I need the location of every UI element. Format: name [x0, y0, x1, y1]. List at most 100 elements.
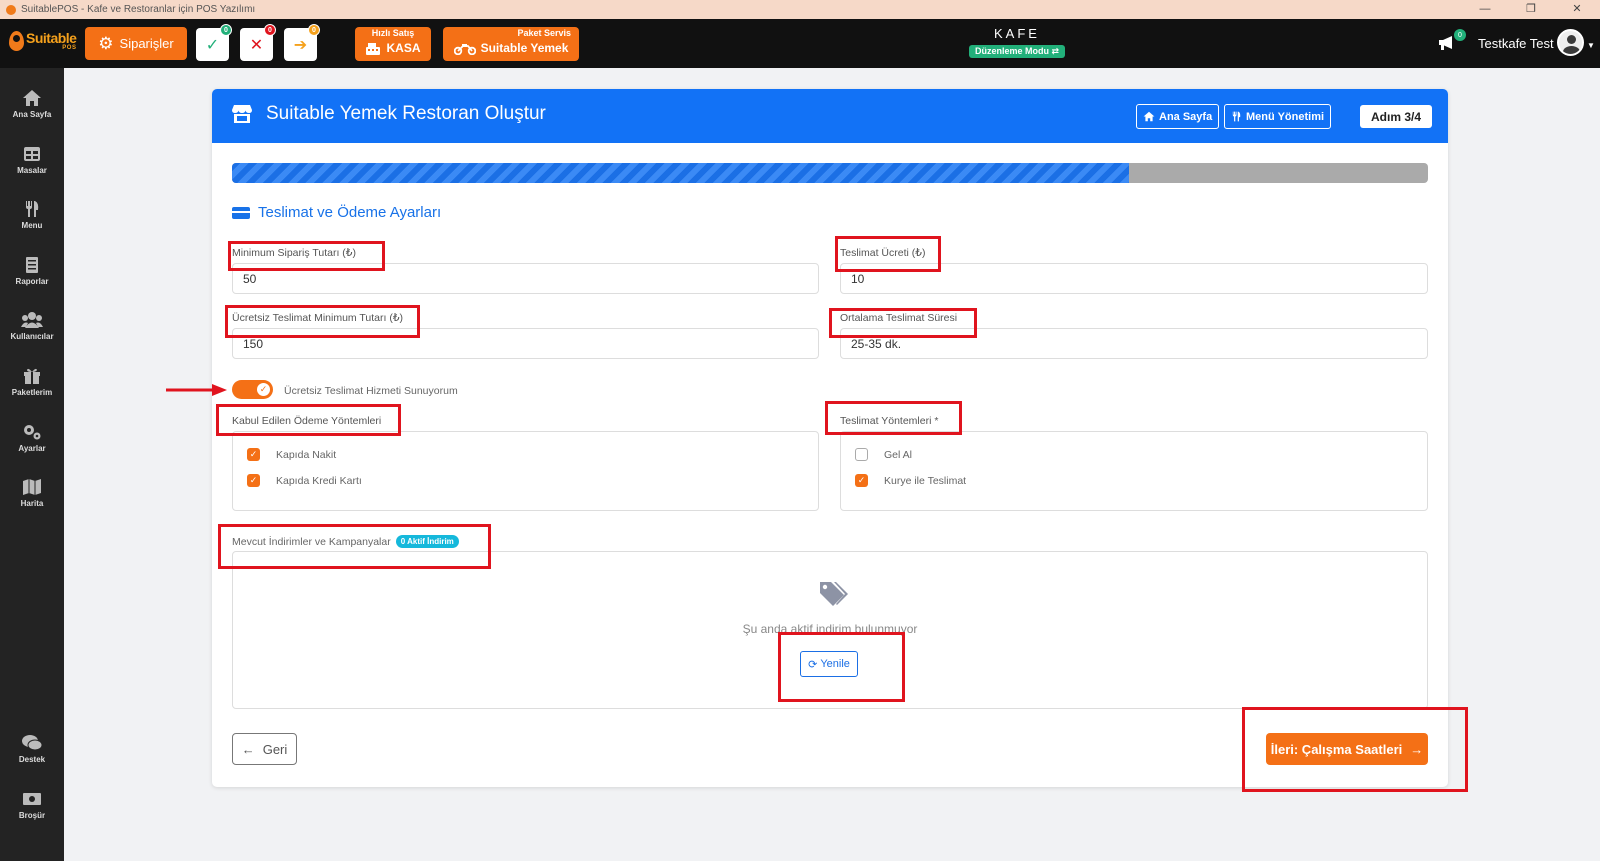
card-header: Suitable Yemek Restoran Oluştur Ana Sayf… [212, 89, 1448, 143]
sidebar-item-menu[interactable]: Menu [0, 199, 64, 230]
chat-icon [22, 735, 43, 751]
checkbox-unchecked[interactable] [855, 448, 868, 461]
sidebar-item-reports[interactable]: Raporlar [0, 255, 64, 286]
orders-button[interactable]: ⚙ Siparişler [85, 27, 187, 60]
sidebar: Ana Sayfa Masalar Menu Raporlar Kullanıc… [0, 68, 64, 861]
checkbox-checked[interactable]: ✓ [855, 474, 868, 487]
checkbox-checked[interactable]: ✓ [247, 474, 260, 487]
refresh-button[interactable]: ⟳ Yenile [800, 651, 858, 677]
rejected-orders-button[interactable]: ✕ 0 [240, 24, 276, 61]
discounts-panel: Şu anda aktif indirim bulunmuyor ⟳ Yenil… [232, 551, 1428, 709]
delivery-service-button[interactable]: Paket Servis Suitable Yemek [443, 27, 579, 61]
delivery-label: Suitable Yemek [480, 41, 569, 55]
delivery-methods-label: Teslimat Yöntemleri * [840, 415, 939, 427]
free-delivery-min-input[interactable] [232, 328, 819, 359]
free-delivery-toggle-label: Ücretsiz Teslimat Hizmeti Sunuyorum [284, 385, 458, 397]
tags-icon [820, 582, 848, 606]
sidebar-item-label: Paketlerim [11, 388, 53, 397]
suitable-logo[interactable]: Suitable POS [9, 31, 77, 51]
next-working-hours-button[interactable]: İleri: Çalışma Saatleri → [1266, 733, 1428, 765]
minimize-button[interactable]: — [1462, 0, 1508, 19]
arrow-left-icon: ← [241, 741, 255, 757]
fork-knife-icon [26, 201, 39, 217]
brochure-icon [23, 793, 41, 805]
forwarded-count-badge: 0 [308, 24, 320, 36]
sidebar-item-tables[interactable]: Masalar [0, 144, 64, 175]
motorcycle-icon [453, 43, 476, 55]
gears-icon: ⚙ [98, 34, 114, 53]
home-icon [1143, 111, 1155, 122]
x-icon: ✕ [249, 36, 264, 54]
payment-option-label: Kapıda Nakit [276, 448, 337, 461]
forwarded-orders-button[interactable]: ➔ 0 [284, 24, 320, 61]
back-label: Geri [262, 741, 288, 757]
active-discount-badge: 0 Aktif İndirim [395, 535, 459, 548]
delivery-fee-input[interactable] [840, 263, 1428, 294]
store-icon [232, 105, 252, 123]
users-icon [21, 312, 43, 328]
restore-button[interactable]: ❐ [1508, 0, 1554, 19]
sidebar-item-settings[interactable]: Ayarlar [0, 422, 64, 453]
free-delivery-toggle[interactable]: ✓ [232, 380, 273, 399]
sidebar-item-home[interactable]: Ana Sayfa [0, 88, 64, 119]
min-order-input[interactable] [232, 263, 819, 294]
step-indicator: Adım 3/4 [1360, 105, 1432, 128]
discounts-label: Mevcut İndirimler ve Kampanyalar 0 Aktif… [232, 535, 459, 548]
sidebar-item-label: Menu [21, 221, 43, 230]
restaurant-create-card: Suitable Yemek Restoran Oluştur Ana Sayf… [212, 89, 1448, 787]
edit-mode-toggle[interactable]: Düzenleme Modu ⇄ [968, 45, 1066, 58]
window-titlebar: SuitablePOS - Kafe ve Restoranlar için P… [0, 0, 1600, 19]
sidebar-item-brochure[interactable]: Broşür [0, 789, 64, 820]
sidebar-item-label: Ayarlar [18, 444, 46, 453]
sidebar-item-label: Raporlar [15, 277, 49, 286]
gears-icon [24, 425, 41, 440]
user-name[interactable]: Testkafe Test [1478, 36, 1554, 51]
report-icon [26, 257, 38, 273]
free-delivery-min-label: Ücretsiz Teslimat Minimum Tutarı (₺) [232, 312, 404, 324]
home-page-button[interactable]: Ana Sayfa [1136, 104, 1220, 129]
refresh-label: Yenile [820, 658, 850, 670]
delivery-fee-label: Teslimat Ücreti (₺) [840, 247, 926, 259]
delivery-option-courier[interactable]: ✓ Kurye ile Teslimat [855, 474, 966, 487]
announcements-button[interactable]: 0 [1437, 29, 1466, 56]
delivery-methods-group [840, 431, 1428, 511]
sidebar-item-support[interactable]: Destek [0, 733, 64, 764]
sidebar-item-label: Ana Sayfa [12, 110, 52, 119]
arrow-right-icon: ➔ [293, 36, 308, 54]
quick-sale-caption: Hızlı Satış [371, 28, 415, 38]
menu-management-label: Menü Yönetimi [1246, 110, 1325, 123]
min-order-label: Minimum Sipariş Tutarı (₺) [232, 247, 356, 259]
mode-indicator: KAFE Düzenleme Modu ⇄ [965, 26, 1069, 59]
check-icon: ✓ [205, 36, 220, 54]
user-avatar[interactable] [1557, 29, 1584, 56]
avg-delivery-time-label: Ortalama Teslimat Süresi [840, 312, 958, 324]
sidebar-item-label: Destek [18, 755, 46, 764]
payment-option-card[interactable]: ✓ Kapıda Kredi Kartı [247, 474, 362, 487]
approved-count-badge: 0 [220, 24, 232, 36]
delivery-option-label: Kurye ile Teslimat [884, 474, 967, 487]
chevron-down-icon[interactable]: ▼ [1587, 41, 1595, 50]
sidebar-item-map[interactable]: Harita [0, 477, 64, 508]
arrow-right-icon: → [1410, 741, 1424, 757]
menu-management-button[interactable]: Menü Yönetimi [1224, 104, 1332, 129]
close-window-button[interactable]: ✕ [1554, 0, 1600, 19]
sidebar-item-users[interactable]: Kullanıcılar [0, 310, 64, 341]
map-icon [23, 479, 41, 495]
table-icon [24, 147, 40, 161]
sidebar-item-packages[interactable]: Paketlerim [0, 366, 64, 397]
payment-option-cash[interactable]: ✓ Kapıda Nakit [247, 448, 336, 461]
approved-orders-button[interactable]: ✓ 0 [196, 24, 232, 61]
sidebar-item-label: Kullanıcılar [10, 332, 54, 341]
back-button[interactable]: ← Geri [232, 733, 297, 765]
checkbox-checked[interactable]: ✓ [247, 448, 260, 461]
home-icon [23, 90, 41, 106]
avg-delivery-time-input[interactable] [840, 328, 1428, 359]
refresh-icon: ⟳ [808, 658, 818, 671]
next-label: İleri: Çalışma Saatleri [1270, 741, 1403, 757]
progress-fill [232, 163, 1129, 183]
orders-label: Siparişler [119, 36, 174, 51]
section-title: Teslimat ve Ödeme Ayarları [232, 204, 441, 221]
quick-sale-kasa-button[interactable]: Hızlı Satış KASA [355, 27, 431, 61]
delivery-option-pickup[interactable]: Gel Al [855, 448, 912, 461]
page-title: Suitable Yemek Restoran Oluştur [266, 103, 546, 124]
